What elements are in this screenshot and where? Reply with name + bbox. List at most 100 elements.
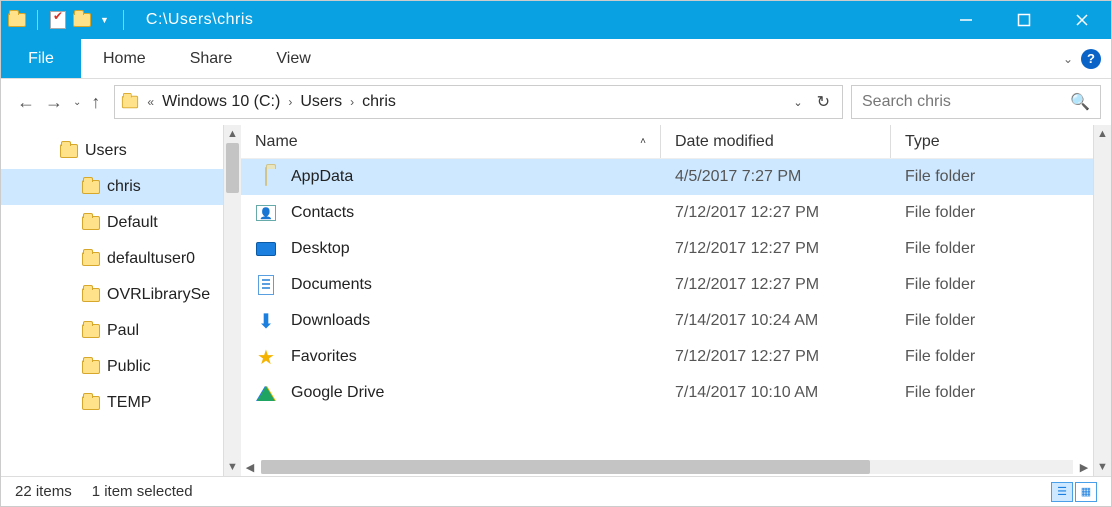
file-row[interactable]: Contacts7/12/2017 12:27 PMFile folder — [241, 195, 1093, 231]
tree-item[interactable]: chris — [1, 169, 223, 205]
header-type[interactable]: Type — [891, 125, 1093, 158]
document-icon — [255, 275, 277, 295]
tree-item-label: defaultuser0 — [107, 250, 195, 268]
nav-scrollbar[interactable]: ▲ ▼ — [223, 125, 241, 476]
status-bar: 22 items 1 item selected ☰ ▦ — [1, 476, 1111, 506]
chevron-right-icon[interactable]: › — [284, 95, 296, 109]
folder-tree[interactable]: Users chris Default defaultuser0 OVRLibraryS… — [1, 125, 223, 476]
location-folder-icon — [122, 96, 138, 109]
file-name: Google Drive — [291, 384, 384, 402]
scroll-thumb[interactable] — [226, 143, 239, 193]
status-selection: 1 item selected — [92, 483, 193, 500]
up-button[interactable]: ↑ — [91, 92, 100, 113]
hscrollbar[interactable]: ◀ ▶ — [241, 458, 1093, 476]
file-tab[interactable]: File — [1, 39, 81, 78]
tab-view[interactable]: View — [254, 39, 332, 78]
file-type: File folder — [891, 240, 1093, 258]
folder-icon — [79, 324, 103, 338]
help-button[interactable]: ? — [1081, 49, 1101, 69]
history-dropdown-icon[interactable]: ⌄ — [73, 97, 81, 108]
close-button[interactable] — [1053, 1, 1111, 39]
tree-item-label: OVRLibrarySe — [107, 286, 210, 304]
search-icon[interactable]: 🔍 — [1070, 92, 1090, 112]
search-input[interactable]: Search chris 🔍 — [851, 85, 1101, 119]
tab-share[interactable]: Share — [168, 39, 255, 78]
file-name: Favorites — [291, 348, 357, 366]
file-row[interactable]: ⬇Downloads7/14/2017 10:24 AMFile folder — [241, 303, 1093, 339]
tree-item[interactable]: defaultuser0 — [1, 241, 223, 277]
column-headers: Name ˄ Date modified Type — [241, 125, 1093, 159]
gdrive-icon — [255, 386, 277, 401]
scroll-down-icon[interactable]: ▼ — [224, 458, 241, 476]
content-pane: Name ˄ Date modified Type AppData4/5/201… — [241, 125, 1111, 476]
forward-button[interactable]: → — [45, 92, 63, 113]
tree-item[interactable]: Users — [1, 133, 223, 169]
file-type: File folder — [891, 384, 1093, 402]
address-dropdown-icon[interactable]: ⌄ — [793, 96, 802, 109]
file-list[interactable]: AppData4/5/2017 7:27 PMFile folderContac… — [241, 159, 1093, 458]
file-date: 7/12/2017 12:27 PM — [661, 240, 891, 258]
tree-item-label: TEMP — [107, 394, 151, 412]
view-toggle: ☰ ▦ — [1051, 482, 1097, 502]
file-type: File folder — [891, 312, 1093, 330]
tree-item-label: Users — [85, 142, 127, 160]
tree-item[interactable]: Public — [1, 349, 223, 385]
crumb-drive[interactable]: Windows 10 (C:) — [162, 93, 280, 111]
crumb-users[interactable]: Users — [300, 93, 342, 111]
file-row[interactable]: Google Drive 7/14/2017 10:10 AMFile folde… — [241, 375, 1093, 411]
file-type: File folder — [891, 276, 1093, 294]
tree-item[interactable]: Paul — [1, 313, 223, 349]
folder-icon — [79, 216, 103, 230]
tree-item[interactable]: TEMP — [1, 385, 223, 421]
hscroll-thumb[interactable] — [261, 460, 870, 474]
breadcrumb[interactable]: « Windows 10 (C:) › Users › chris ⌄ ↻ — [114, 85, 843, 119]
folder-icon — [57, 144, 81, 158]
vscrollbar[interactable]: ▲ ▼ — [1093, 125, 1111, 476]
crumb-chris[interactable]: chris — [362, 93, 396, 111]
properties-icon[interactable] — [48, 10, 68, 30]
divider — [123, 10, 124, 30]
header-name[interactable]: Name ˄ — [241, 125, 661, 158]
maximize-button[interactable] — [995, 1, 1053, 39]
file-row[interactable]: Desktop7/12/2017 12:27 PMFile folder — [241, 231, 1093, 267]
new-folder-icon[interactable] — [72, 10, 92, 30]
file-row[interactable]: AppData4/5/2017 7:27 PMFile folder — [241, 159, 1093, 195]
tree-item-label: Paul — [107, 322, 139, 340]
header-date[interactable]: Date modified — [661, 125, 891, 158]
download-icon: ⬇ — [255, 309, 277, 334]
chevron-right-icon[interactable]: › — [346, 95, 358, 109]
icons-view-button[interactable]: ▦ — [1075, 482, 1097, 502]
tree-item-label: Public — [107, 358, 151, 376]
scroll-left-icon[interactable]: ◀ — [241, 461, 259, 474]
qat-dropdown-icon[interactable]: ▼ — [96, 15, 113, 25]
tree-item[interactable]: OVRLibrarySe — [1, 277, 223, 313]
file-row[interactable]: Documents7/12/2017 12:27 PMFile folder — [241, 267, 1093, 303]
file-date: 7/14/2017 10:10 AM — [661, 384, 891, 402]
details-view-button[interactable]: ☰ — [1051, 482, 1073, 502]
file-type: File folder — [891, 204, 1093, 222]
folder-hidden-icon — [255, 168, 277, 186]
tree-item[interactable]: Default — [1, 205, 223, 241]
app-folder-icon — [7, 10, 27, 30]
scroll-up-icon[interactable]: ▲ — [224, 125, 241, 143]
ribbon: File Home Share View ⌄ ? — [1, 39, 1111, 79]
scroll-down-icon[interactable]: ▼ — [1094, 458, 1111, 476]
back-button[interactable]: ← — [17, 92, 35, 113]
status-item-count: 22 items — [15, 483, 72, 500]
titlebar: ▼ C:\Users\chris — [1, 1, 1111, 39]
scroll-right-icon[interactable]: ▶ — [1075, 461, 1093, 474]
file-date: 7/14/2017 10:24 AM — [661, 312, 891, 330]
tab-home[interactable]: Home — [81, 39, 168, 78]
ribbon-expand-icon[interactable]: ⌄ — [1063, 52, 1073, 66]
file-date: 4/5/2017 7:27 PM — [661, 168, 891, 186]
file-date: 7/12/2017 12:27 PM — [661, 276, 891, 294]
file-row[interactable]: ★Favorites7/12/2017 12:27 PMFile folder — [241, 339, 1093, 375]
folder-icon — [79, 288, 103, 302]
breadcrumb-overflow[interactable]: « — [143, 95, 158, 109]
folder-icon — [79, 180, 103, 194]
minimize-button[interactable] — [937, 1, 995, 39]
tree-item-label: chris — [107, 178, 141, 196]
refresh-button[interactable]: ↻ — [817, 92, 830, 112]
scroll-up-icon[interactable]: ▲ — [1094, 125, 1111, 143]
file-date: 7/12/2017 12:27 PM — [661, 204, 891, 222]
